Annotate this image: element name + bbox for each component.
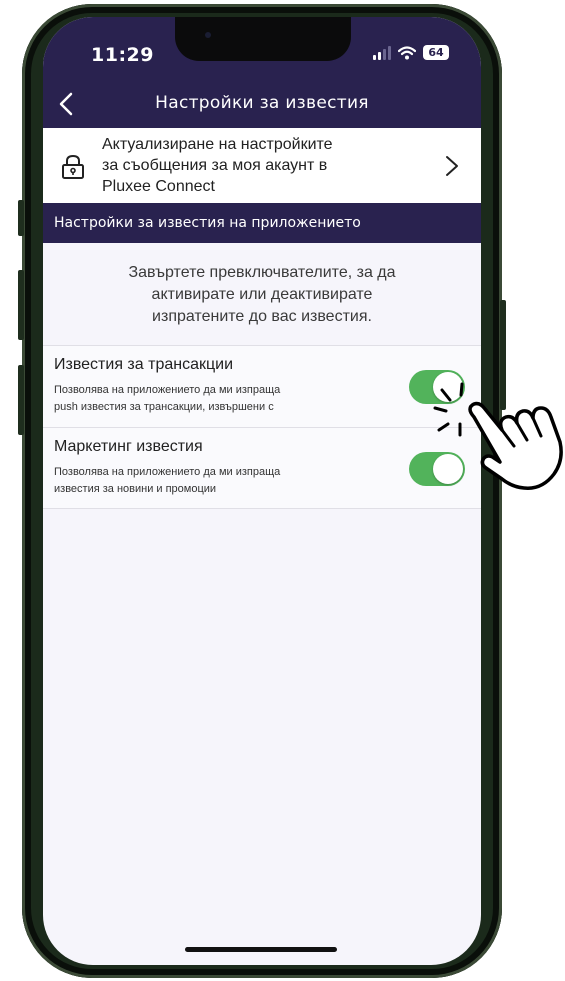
lock-icon bbox=[62, 154, 84, 179]
account-link-line: Актуализиране на настройките bbox=[102, 136, 333, 153]
signal-icon bbox=[373, 45, 391, 60]
status-icons: 64 bbox=[373, 45, 449, 60]
phone-screen: 11:29 64 Настройки за известия Актуализи… bbox=[43, 17, 481, 965]
pref-title: Маркетинг известия bbox=[54, 438, 203, 455]
instruction-text: Завъртете превключвателите, за да активи… bbox=[83, 262, 441, 328]
instruction-line: активирате или деактивирате bbox=[151, 286, 373, 303]
chevron-right-icon bbox=[446, 156, 458, 176]
pref-desc-line: Позволява на приложението да ми изпраща bbox=[54, 384, 281, 396]
pref-description: Позволява на приложението да ми изпраща … bbox=[54, 464, 374, 498]
page-title: Настройки за известия bbox=[155, 93, 369, 113]
pref-marketing: Маркетинг известия Позволява на приложен… bbox=[43, 427, 481, 509]
pref-description: Позволява на приложението да ми изпраща … bbox=[54, 382, 374, 416]
notch bbox=[175, 17, 351, 61]
instruction-line: изпратените до вас известия. bbox=[152, 308, 372, 325]
app-header: 11:29 64 Настройки за известия bbox=[43, 17, 481, 128]
status-time: 11:29 bbox=[91, 44, 154, 66]
pref-transactions: Известия за трансакции Позволява на прил… bbox=[43, 345, 481, 428]
phone-volume-down bbox=[18, 365, 24, 435]
section-header: Настройки за известия на приложението bbox=[43, 203, 481, 243]
battery-icon: 64 bbox=[423, 45, 449, 60]
pref-desc-line: push известия за трансакции, извършени с bbox=[54, 401, 274, 413]
pref-desc-line: Позволява на приложението да ми изпраща bbox=[54, 466, 281, 478]
pref-desc-line: известия за новини и промоции bbox=[54, 483, 217, 495]
tap-hand-icon bbox=[433, 382, 563, 490]
instruction-line: Завъртете превключвателите, за да bbox=[128, 264, 396, 281]
account-link-line: Pluxee Connect bbox=[102, 178, 215, 195]
account-link-text: Актуализиране на настройките за съобщени… bbox=[102, 134, 402, 197]
account-settings-link[interactable]: Актуализиране на настройките за съобщени… bbox=[43, 128, 481, 204]
home-indicator bbox=[185, 947, 337, 952]
wifi-icon bbox=[398, 45, 416, 59]
account-link-line: за съобщения за моя акаунт в bbox=[102, 157, 328, 174]
phone-side-button bbox=[18, 200, 24, 236]
pref-title: Известия за трансакции bbox=[54, 356, 234, 373]
phone-volume-up bbox=[18, 270, 24, 340]
